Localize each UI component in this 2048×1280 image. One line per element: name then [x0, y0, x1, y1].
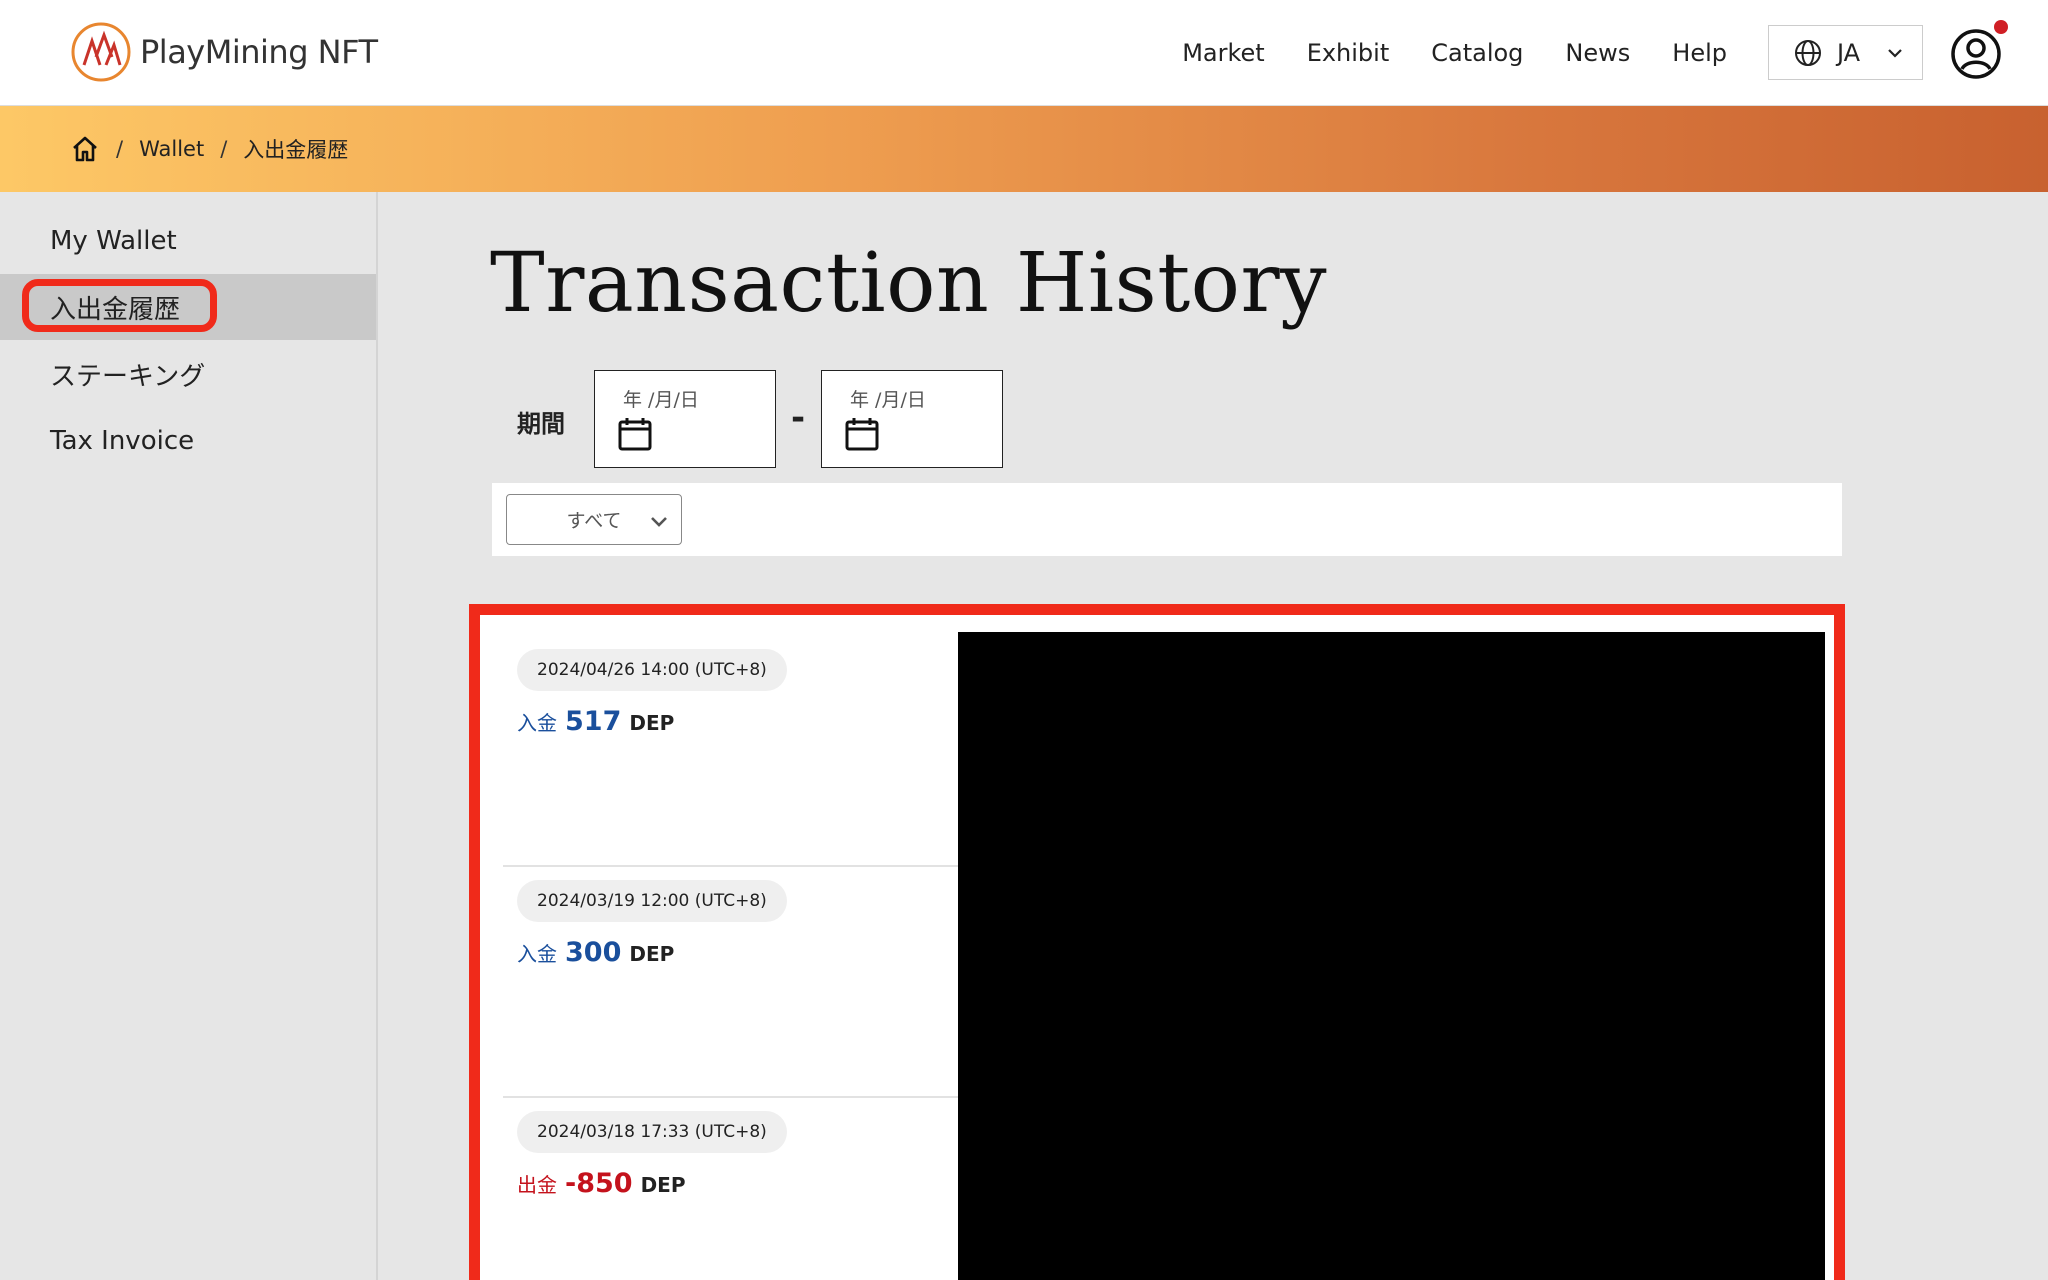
transaction-list: 2024/04/26 14:00 (UTC+8) 入金 517 DEP 2024…: [503, 636, 972, 1280]
transaction-amount: 入金 300 DEP: [517, 937, 674, 968]
range-separator: -: [791, 398, 806, 438]
top-header: PlayMining NFT Market Exhibit Catalog Ne…: [0, 0, 2048, 106]
end-date-placeholder: 年 /月/日: [850, 389, 926, 411]
calendar-icon[interactable]: [617, 416, 653, 452]
start-date-placeholder: 年 /月/日: [623, 389, 699, 411]
breadcrumb-wallet[interactable]: Wallet: [139, 137, 204, 161]
transaction-datetime: 2024/03/18 17:33 (UTC+8): [517, 1111, 787, 1153]
language-label: JA: [1837, 38, 1861, 67]
end-date-input[interactable]: 年 /月/日: [821, 370, 1003, 468]
transaction-kind: 入金: [517, 942, 557, 966]
transaction-value: 517: [565, 706, 622, 737]
transaction-kind: 入金: [517, 711, 557, 735]
transaction-amount: 出金 -850 DEP: [517, 1168, 686, 1199]
transaction-unit: DEP: [640, 1173, 686, 1197]
start-date-input[interactable]: 年 /月/日: [594, 370, 776, 468]
logo-text: PlayMining NFT: [140, 33, 378, 71]
filter-bar: すべて: [492, 483, 1842, 556]
page-title: Transaction History: [490, 236, 1328, 331]
sidebar-item-my-wallet[interactable]: My Wallet: [0, 208, 376, 274]
transaction-row[interactable]: 2024/03/18 17:33 (UTC+8) 出金 -850 DEP: [503, 1098, 972, 1280]
playmining-logo-icon: [71, 22, 131, 82]
breadcrumb-separator: /: [116, 137, 124, 161]
sidebar-item-tax-invoice[interactable]: Tax Invoice: [0, 408, 376, 474]
nav-catalog[interactable]: Catalog: [1431, 39, 1523, 67]
main-nav: Market Exhibit Catalog News Help: [1182, 0, 1727, 106]
transaction-datetime: 2024/04/26 14:00 (UTC+8): [517, 649, 787, 691]
nav-market[interactable]: Market: [1182, 39, 1265, 67]
redacted-area: [958, 632, 1825, 1280]
globe-icon: [1795, 39, 1821, 66]
transaction-row[interactable]: 2024/04/26 14:00 (UTC+8) 入金 517 DEP: [503, 636, 972, 867]
transaction-unit: DEP: [629, 942, 675, 966]
nav-help[interactable]: Help: [1672, 39, 1727, 67]
type-filter-value: すべて: [566, 510, 622, 532]
breadcrumb: / Wallet / 入出金履歴: [0, 106, 2048, 192]
transaction-amount: 入金 517 DEP: [517, 706, 674, 737]
chevron-down-icon: [1888, 48, 1902, 58]
transaction-datetime: 2024/03/19 12:00 (UTC+8): [517, 880, 787, 922]
user-avatar-icon[interactable]: [1950, 28, 2002, 80]
sidebar-item-staking[interactable]: ステーキング: [0, 341, 376, 407]
chevron-down-icon: [651, 517, 667, 527]
transaction-unit: DEP: [629, 711, 675, 735]
period-label: 期間: [517, 410, 565, 438]
nav-news[interactable]: News: [1565, 39, 1630, 67]
nav-exhibit[interactable]: Exhibit: [1307, 39, 1390, 67]
breadcrumb-separator: /: [220, 137, 228, 161]
type-filter-select[interactable]: すべて: [506, 494, 682, 545]
highlight-annotation: [22, 279, 217, 332]
transaction-value: -850: [565, 1168, 633, 1199]
notification-dot: [1994, 20, 2008, 34]
transaction-kind: 出金: [517, 1173, 557, 1197]
transaction-row[interactable]: 2024/03/19 12:00 (UTC+8) 入金 300 DEP: [503, 867, 972, 1098]
transaction-value: 300: [565, 937, 622, 968]
breadcrumb-current: 入出金履歴: [243, 138, 349, 162]
logo[interactable]: PlayMining NFT: [70, 20, 378, 84]
calendar-icon[interactable]: [844, 416, 880, 452]
language-selector[interactable]: JA: [1768, 25, 1923, 80]
home-icon[interactable]: [70, 134, 100, 164]
